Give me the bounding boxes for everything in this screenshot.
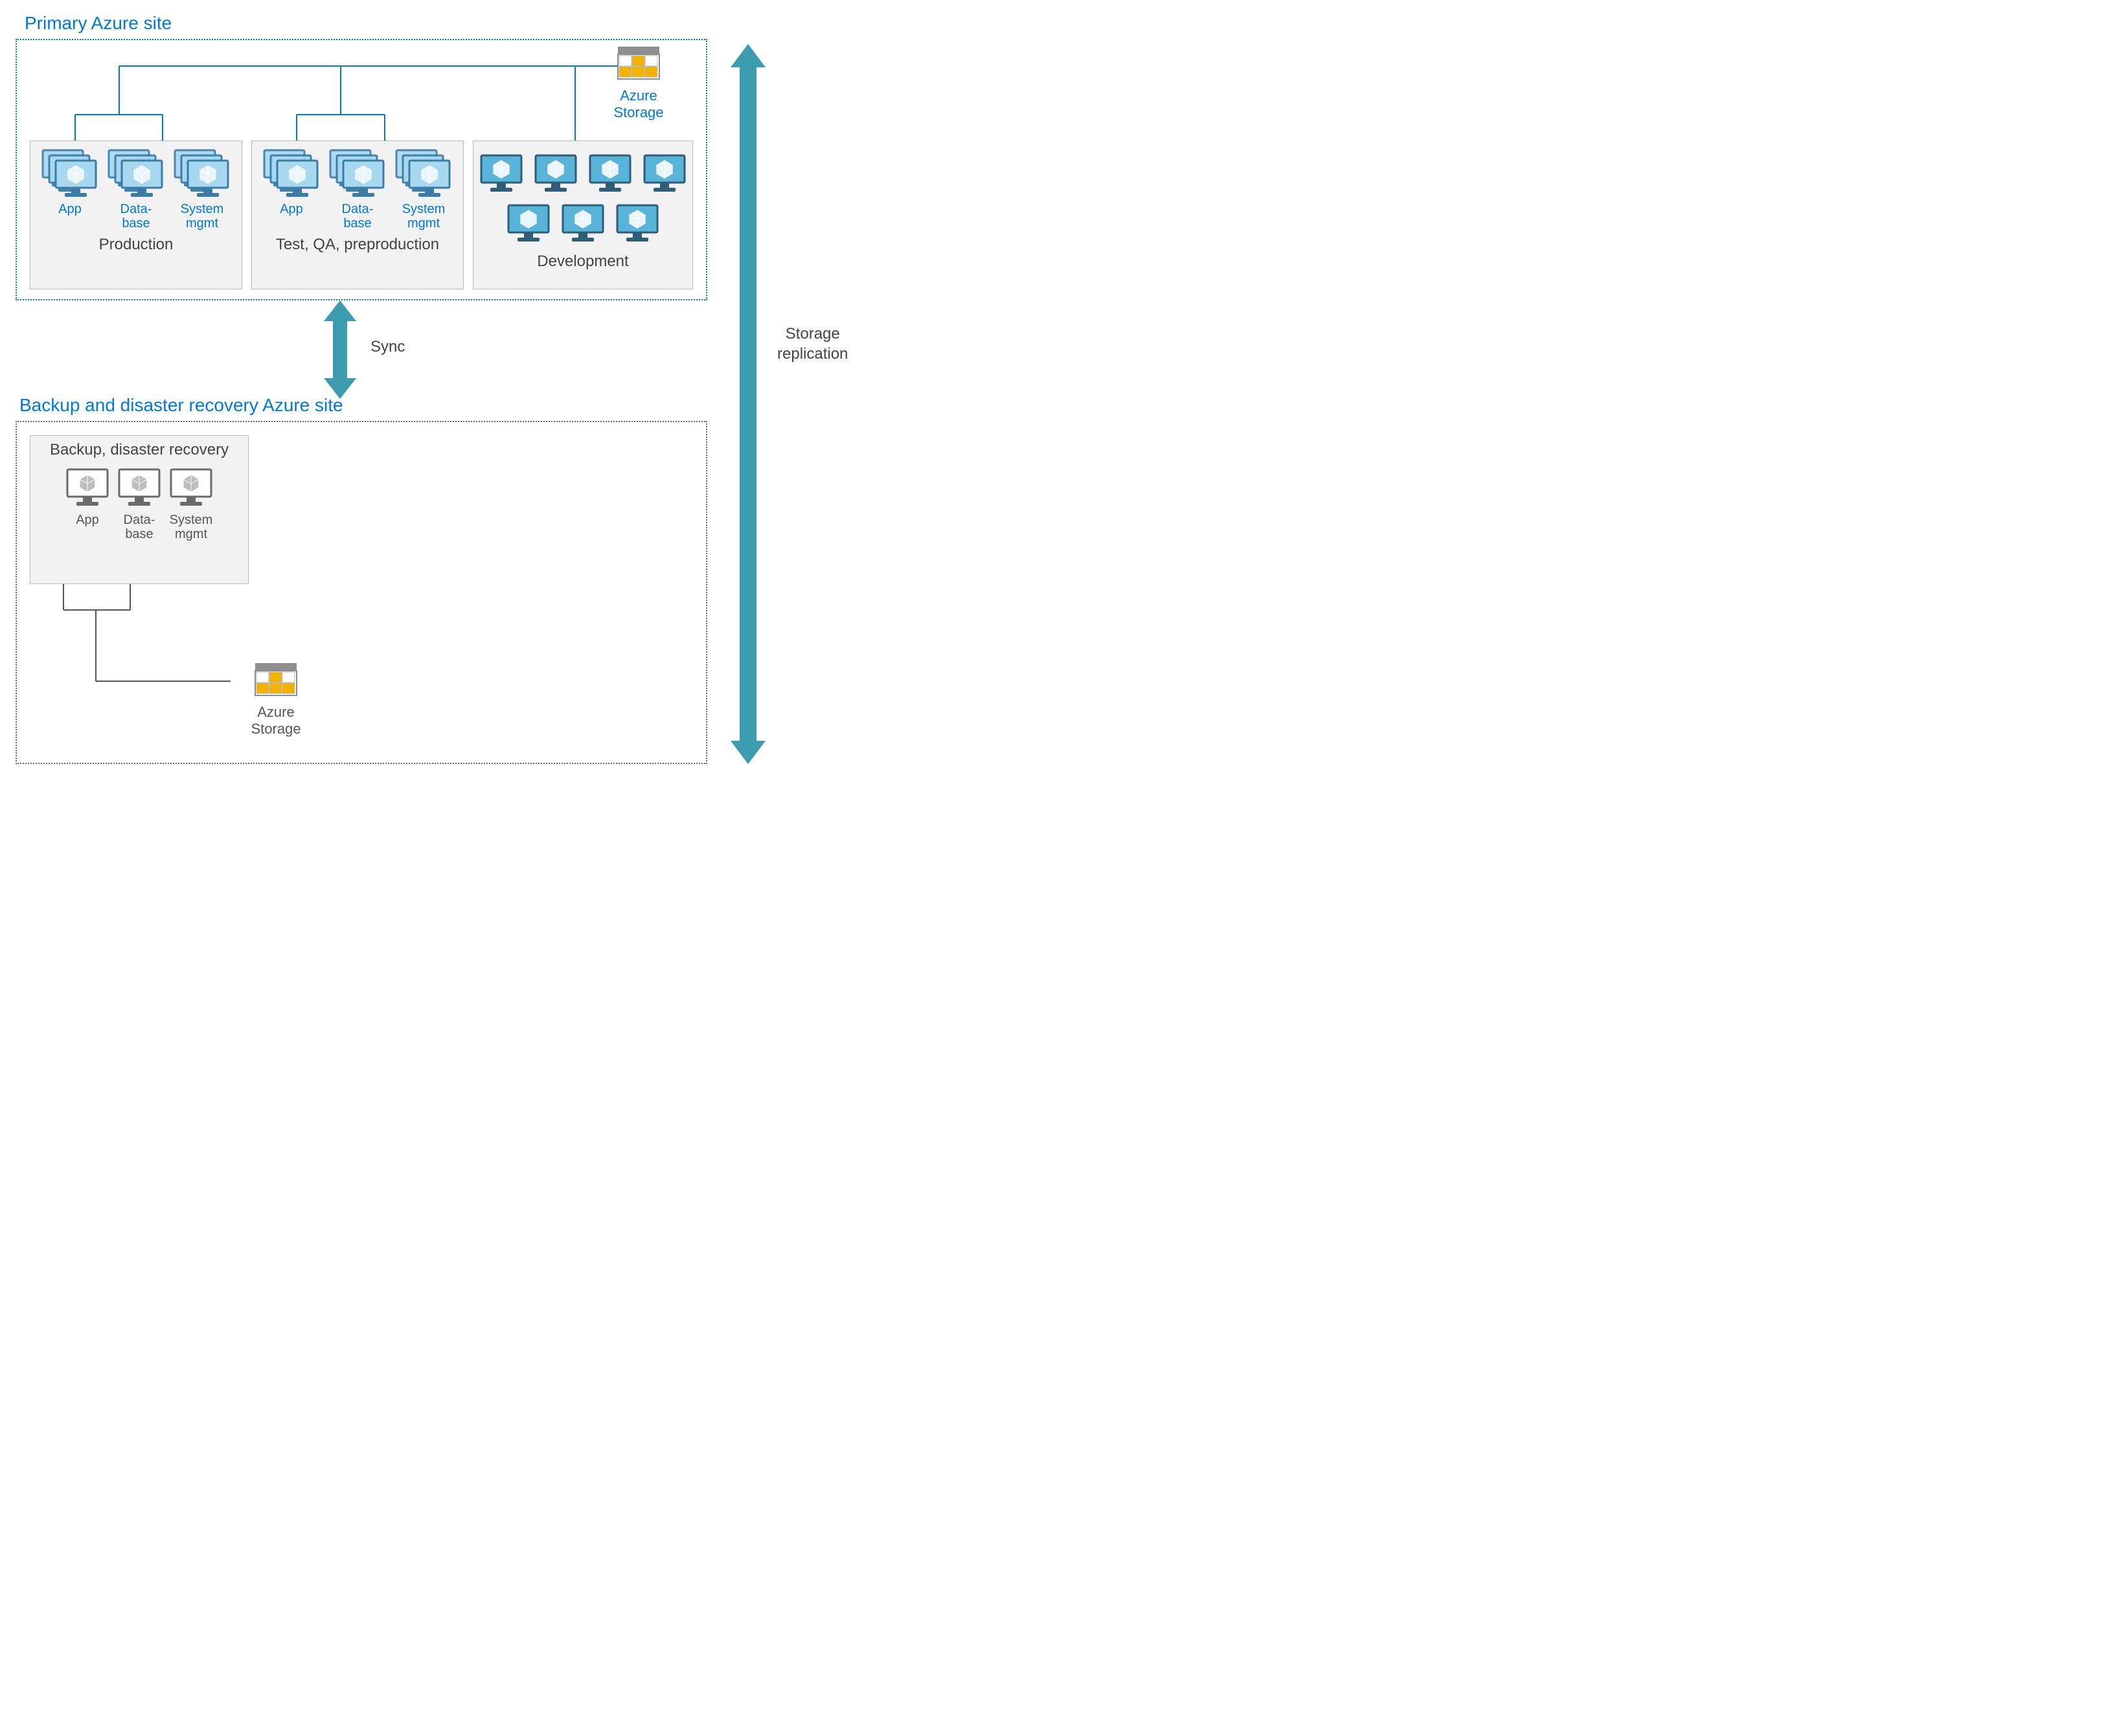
- primary-storage: Azure Storage: [600, 45, 677, 121]
- dr-app-label: App: [65, 513, 110, 527]
- primary-site-title: Primary Azure site: [25, 13, 172, 34]
- development-title: Development: [473, 249, 692, 275]
- secondary-site-container: Backup, disaster recovery App: [16, 421, 707, 764]
- primary-site-container: Azure Storage: [16, 39, 707, 300]
- development-env: Development: [473, 141, 693, 289]
- prod-app-vmstack: [40, 148, 100, 201]
- production-title: Production: [30, 232, 242, 258]
- test-title: Test, QA, preproduction: [252, 232, 463, 258]
- storage-replication-label: Storage replication: [777, 324, 848, 364]
- dev-vm-5: [506, 203, 551, 247]
- dr-sys-vm: [168, 467, 214, 512]
- test-db-label: Data- base: [328, 202, 387, 231]
- storage-icon-gray: [254, 662, 298, 697]
- test-app-label: App: [262, 202, 321, 216]
- dev-vm-1: [479, 153, 524, 197]
- dev-vm-3: [587, 153, 633, 197]
- secondary-storage-label: Azure Storage: [231, 704, 321, 738]
- dr-db-label: Data- base: [117, 513, 162, 541]
- dr-sys-label: System mgmt: [168, 513, 214, 541]
- storage-replication-arrow: [725, 41, 771, 770]
- storage-icon: [617, 45, 661, 80]
- prod-app-label: App: [40, 202, 100, 216]
- backup-env: Backup, disaster recovery App: [30, 435, 249, 584]
- test-sys-vmstack: [394, 148, 453, 201]
- secondary-site-title: Backup and disaster recovery Azure site: [19, 395, 343, 416]
- test-app-vmstack: [262, 148, 321, 201]
- sync-arrow-icon: [317, 298, 363, 401]
- dev-vm-2: [533, 153, 578, 197]
- replication-arrow-icon: [725, 41, 771, 767]
- dr-db-vm: [117, 467, 162, 512]
- primary-storage-label: Azure Storage: [600, 87, 677, 121]
- sync-label: Sync: [370, 337, 405, 357]
- prod-sys-label: System mgmt: [172, 202, 232, 231]
- dr-app-vm: [65, 467, 110, 512]
- prod-db-vmstack: [106, 148, 166, 201]
- prod-sys-vmstack: [172, 148, 232, 201]
- dev-vm-7: [615, 203, 660, 247]
- backup-title: Backup, disaster recovery: [30, 436, 248, 459]
- production-env: App: [30, 141, 242, 289]
- dev-vm-4: [642, 153, 687, 197]
- prod-db-label: Data- base: [106, 202, 166, 231]
- test-env: App: [251, 141, 464, 289]
- test-db-vmstack: [328, 148, 387, 201]
- secondary-storage: Azure Storage: [231, 662, 321, 738]
- architecture-diagram: Primary Azure site: [13, 13, 952, 790]
- sync-arrow-group: [317, 298, 363, 405]
- dev-vm-6: [560, 203, 606, 247]
- test-sys-label: System mgmt: [394, 202, 453, 231]
